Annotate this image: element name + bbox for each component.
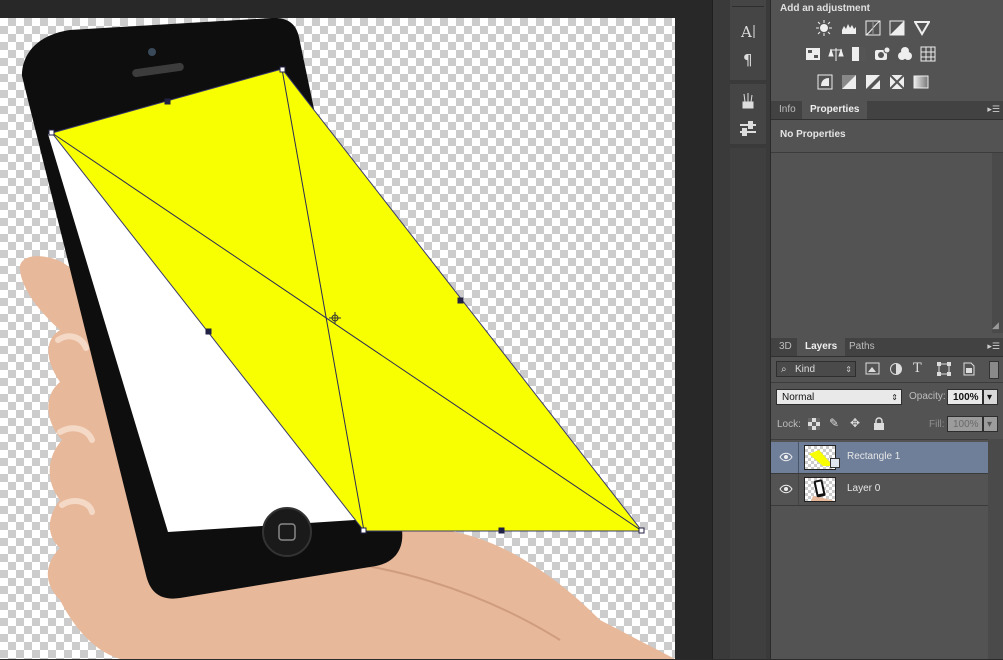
fill-dropdown-arrow[interactable]: ▾: [983, 416, 998, 432]
layer-filter-row: ⌕ Kind ⇕ T: [771, 357, 1003, 383]
paragraph-icon[interactable]: ¶: [730, 46, 766, 72]
properties-panel-menu-icon[interactable]: ▸☰: [986, 104, 1000, 116]
icon-group-type: A ¶: [730, 0, 766, 80]
tool-presets-icon[interactable]: [730, 116, 766, 142]
adjustments-panel: Add an adjustment: [771, 0, 1003, 98]
panel-icon-strip: A ¶: [712, 0, 771, 659]
brightness-contrast-icon[interactable]: [815, 20, 833, 36]
lock-position-icon[interactable]: ✥: [850, 416, 864, 430]
fill-input[interactable]: 100%: [947, 416, 983, 432]
opacity-dropdown-arrow[interactable]: ▾: [983, 389, 998, 405]
blend-mode-value: Normal: [782, 392, 815, 403]
right-panels: Add an adjustment Info Properties ▸☰ No …: [770, 0, 1003, 659]
blend-mode-dropdown[interactable]: Normal ⇕: [776, 389, 902, 405]
layer-row-layer-0[interactable]: Layer 0: [771, 474, 988, 506]
photo-filter-icon[interactable]: [873, 46, 891, 62]
layers-panel-menu-icon[interactable]: ▸☰: [986, 341, 1000, 353]
layer-name[interactable]: Layer 0: [847, 483, 880, 494]
brush-presets-icon[interactable]: [730, 88, 766, 114]
filter-adjustment-icon[interactable]: [889, 362, 905, 376]
opacity-label: Opacity:: [909, 391, 946, 402]
icon-strip-empty: [730, 148, 766, 659]
document-canvas[interactable]: [0, 18, 675, 659]
fill-label: Fill:: [929, 419, 945, 430]
lock-all-icon[interactable]: [873, 417, 885, 430]
chevron-updown-icon: ⇕: [891, 393, 898, 402]
tab-layers[interactable]: Layers: [797, 338, 846, 356]
properties-header: No Properties: [771, 120, 1003, 153]
layer-name[interactable]: Rectangle 1: [847, 451, 900, 462]
opacity-input[interactable]: 100%: [947, 389, 983, 405]
canvas-pasteboard: [675, 0, 712, 659]
curves-icon[interactable]: [864, 20, 882, 36]
tab-properties[interactable]: Properties: [802, 101, 868, 119]
character-icon[interactable]: A: [730, 18, 766, 44]
filter-type-icon[interactable]: T: [913, 361, 929, 376]
properties-empty-text: No Properties: [780, 129, 846, 140]
invert-icon[interactable]: [816, 74, 834, 90]
lock-transparent-pixels-icon[interactable]: [808, 418, 820, 430]
svg-text:¶: ¶: [743, 51, 753, 68]
layer-filter-dropdown[interactable]: ⌕ Kind ⇕: [776, 361, 856, 377]
tab-paths[interactable]: Paths: [841, 338, 883, 356]
properties-tabbar: Info Properties ▸☰: [771, 101, 1003, 120]
resize-grip-icon[interactable]: ◢: [992, 320, 1003, 333]
canvas-artwork[interactable]: [0, 18, 675, 659]
posterize-icon[interactable]: [840, 74, 858, 90]
svg-text:A: A: [740, 23, 752, 40]
icon-group-presets: [730, 84, 766, 144]
layer-row-rectangle-1[interactable]: Rectangle 1: [771, 442, 988, 474]
levels-icon[interactable]: [840, 20, 858, 36]
filter-toggle-switch[interactable]: [989, 361, 999, 379]
vibrance-icon[interactable]: [913, 20, 931, 36]
eye-icon[interactable]: [779, 483, 793, 495]
color-lookup-icon[interactable]: [919, 46, 937, 62]
filter-smart-object-icon[interactable]: [961, 362, 977, 376]
smart-object-badge-icon: [830, 458, 840, 468]
hue-saturation-icon[interactable]: [804, 46, 822, 62]
color-balance-icon[interactable]: [827, 46, 845, 62]
exposure-icon[interactable]: [888, 20, 906, 36]
selective-color-icon[interactable]: [888, 74, 906, 90]
lock-label: Lock:: [777, 419, 801, 430]
layers-scrollbar[interactable]: [988, 439, 1003, 659]
filter-pixel-icon[interactable]: [865, 362, 881, 376]
adjustments-header: Add an adjustment: [780, 3, 871, 14]
tab-info[interactable]: Info: [771, 101, 804, 119]
layers-list: Rectangle 1 Layer 0: [771, 439, 1003, 660]
tab-3d[interactable]: 3D: [771, 338, 800, 356]
eye-icon[interactable]: [779, 451, 793, 463]
properties-scrollbar[interactable]: [992, 153, 1003, 333]
black-white-icon[interactable]: [850, 46, 868, 62]
threshold-icon[interactable]: [864, 74, 882, 90]
gradient-map-icon[interactable]: [912, 74, 930, 90]
search-icon: ⌕: [781, 364, 787, 375]
channel-mixer-icon[interactable]: [896, 46, 914, 62]
chevron-updown-icon: ⇕: [845, 365, 852, 374]
properties-body: [771, 153, 1003, 333]
layer-filter-label: Kind: [795, 364, 816, 375]
layers-tabbar: 3D Layers Paths ▸☰: [771, 338, 1003, 357]
layer-thumbnail-layer-0: [804, 477, 836, 502]
filter-shape-icon[interactable]: [937, 362, 953, 376]
lock-image-pixels-icon[interactable]: ✎: [829, 416, 843, 430]
